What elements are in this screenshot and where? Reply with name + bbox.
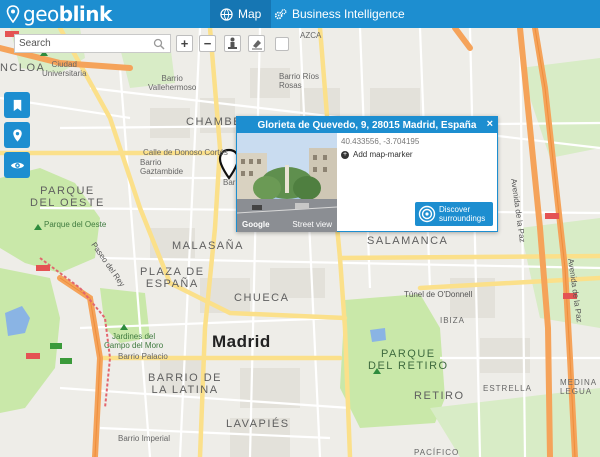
label-barrio-imperial: Barrio Imperial — [118, 434, 171, 443]
google-brand-label: Google — [242, 220, 270, 229]
label-salamanca: SALAMANCA — [367, 235, 449, 247]
label-moncloa: NCLOA — [0, 62, 46, 74]
discover-surroundings-button[interactable]: Discover surroundings — [415, 202, 493, 226]
popup-coordinates: 40.433556, -3.704195 — [341, 137, 420, 146]
bookmark-icon — [13, 99, 21, 111]
label-barrio-la-latina: BARRIO DE LA LATINA — [148, 372, 223, 396]
logo-text-bold: blink — [58, 2, 113, 26]
bookmark-button[interactable] — [4, 92, 30, 118]
radar-target-icon — [418, 205, 436, 223]
label-bar-partial: Bar — [223, 178, 236, 187]
eye-icon — [10, 162, 24, 168]
label-rios-rosas: Barrio Ríos Rosas — [279, 72, 320, 90]
label-barrio-palacio: Barrio Palacio — [118, 352, 168, 361]
zoom-out-button[interactable]: − — [199, 35, 216, 52]
add-map-marker-link[interactable]: + Add map-marker — [341, 150, 413, 159]
label-vallehermoso: Barrio Vallehermoso — [148, 74, 197, 92]
top-bar: geo blink Map Business Intelligence — [0, 0, 600, 28]
label-azca: AZCA — [300, 31, 322, 40]
close-icon[interactable]: × — [487, 118, 493, 130]
label-ibiza: IBIZA — [440, 316, 466, 325]
logo-text-light: geo — [23, 2, 59, 26]
street-view-thumbnail[interactable]: Google Street view — [237, 133, 337, 232]
map-layer-checkbox[interactable] — [275, 37, 289, 51]
search-box — [14, 34, 171, 53]
label-estrella: ESTRELLA — [483, 384, 532, 393]
label-ciudad-universitaria: Ciudad Universitaria — [42, 60, 87, 78]
search-input[interactable] — [15, 35, 151, 52]
logo-pin-icon — [6, 5, 20, 23]
tab-business-intelligence[interactable]: Business Intelligence — [264, 0, 415, 28]
label-jardines-campo-moro: Jardines del Campo del Moro — [104, 332, 164, 350]
visibility-button[interactable] — [4, 152, 30, 178]
eraser-icon — [251, 39, 262, 49]
label-donoso: Calle de Donoso Cortés — [143, 148, 228, 157]
location-popup: Glorieta de Quevedo, 9, 28015 Madrid, Es… — [236, 116, 498, 232]
tab-map[interactable]: Map — [210, 0, 272, 28]
tab-bi-label: Business Intelligence — [292, 7, 405, 21]
add-map-marker-label: Add map-marker — [353, 150, 413, 159]
label-lavapies: LAVAPIÉS — [226, 418, 290, 430]
label-parque-del-oeste-area: PARQUE DEL OESTE — [30, 185, 105, 209]
search-icon[interactable] — [153, 38, 165, 50]
zoom-in-button[interactable]: + — [176, 35, 193, 52]
pegman-button[interactable] — [224, 35, 241, 52]
discover-line-1: Discover — [439, 205, 471, 214]
eraser-button[interactable] — [248, 35, 265, 52]
pegman-icon — [228, 37, 237, 49]
location-button[interactable] — [4, 122, 30, 148]
location-pin-icon — [12, 128, 22, 142]
label-madrid: Madrid — [212, 332, 271, 351]
label-tunel-odonnell: Túnel de O'Donnell — [404, 290, 473, 299]
label-malasana: MALASAÑA — [172, 240, 244, 252]
discover-line-2: surroundings — [439, 214, 486, 223]
popup-title: Glorieta de Quevedo, 9, 28015 Madrid, Es… — [257, 119, 477, 131]
map-canvas[interactable]: AZCA NCLOA Ciudad Universitaria Barrio V… — [0, 28, 600, 457]
discover-text: Discover surroundings — [439, 205, 485, 223]
label-plaza-de-espana: PLAZA DE ESPAÑA — [140, 266, 205, 290]
gears-icon — [274, 8, 287, 19]
label-chueca: CHUECA — [234, 292, 290, 304]
label-parque-del-oeste: Parque del Oeste — [44, 220, 107, 229]
label-pacifico: PACÍFICO — [414, 448, 460, 457]
label-gaztambide: Barrio Gaztambide — [140, 158, 184, 176]
tab-map-label: Map — [238, 7, 262, 21]
street-view-caption: Street view — [292, 220, 332, 229]
popup-header: Glorieta de Quevedo, 9, 28015 Madrid, Es… — [237, 117, 497, 133]
plus-circle-icon: + — [341, 150, 349, 159]
globe-icon — [220, 7, 233, 21]
label-medina-legua: MEDINA LEGUA — [560, 378, 598, 396]
geoblink-logo[interactable]: geo blink — [6, 2, 112, 26]
street-view-image — [237, 133, 337, 232]
label-retiro: RETIRO — [414, 390, 465, 402]
label-parque-del-retiro: PARQUE DEL RETIRO — [368, 348, 449, 372]
